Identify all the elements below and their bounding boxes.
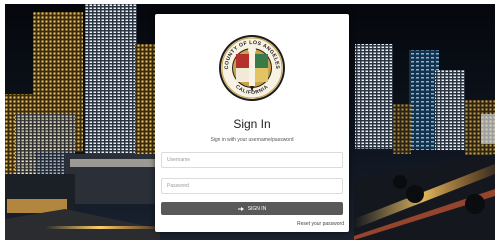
sign-in-icon <box>237 206 244 211</box>
sign-in-title: Sign In <box>233 117 271 131</box>
username-input[interactable] <box>161 152 343 168</box>
sign-in-button[interactable]: SIGN IN <box>161 202 343 215</box>
county-seal-logo: COUNTY OF LOS ANGELES CALIFORNIA <box>219 35 285 101</box>
reset-password-link[interactable]: Reset your password <box>155 221 344 227</box>
sign-in-subtitle: Sign in with your username/password <box>210 137 294 143</box>
sign-in-button-label: SIGN IN <box>247 205 267 212</box>
password-input[interactable] <box>161 178 343 194</box>
